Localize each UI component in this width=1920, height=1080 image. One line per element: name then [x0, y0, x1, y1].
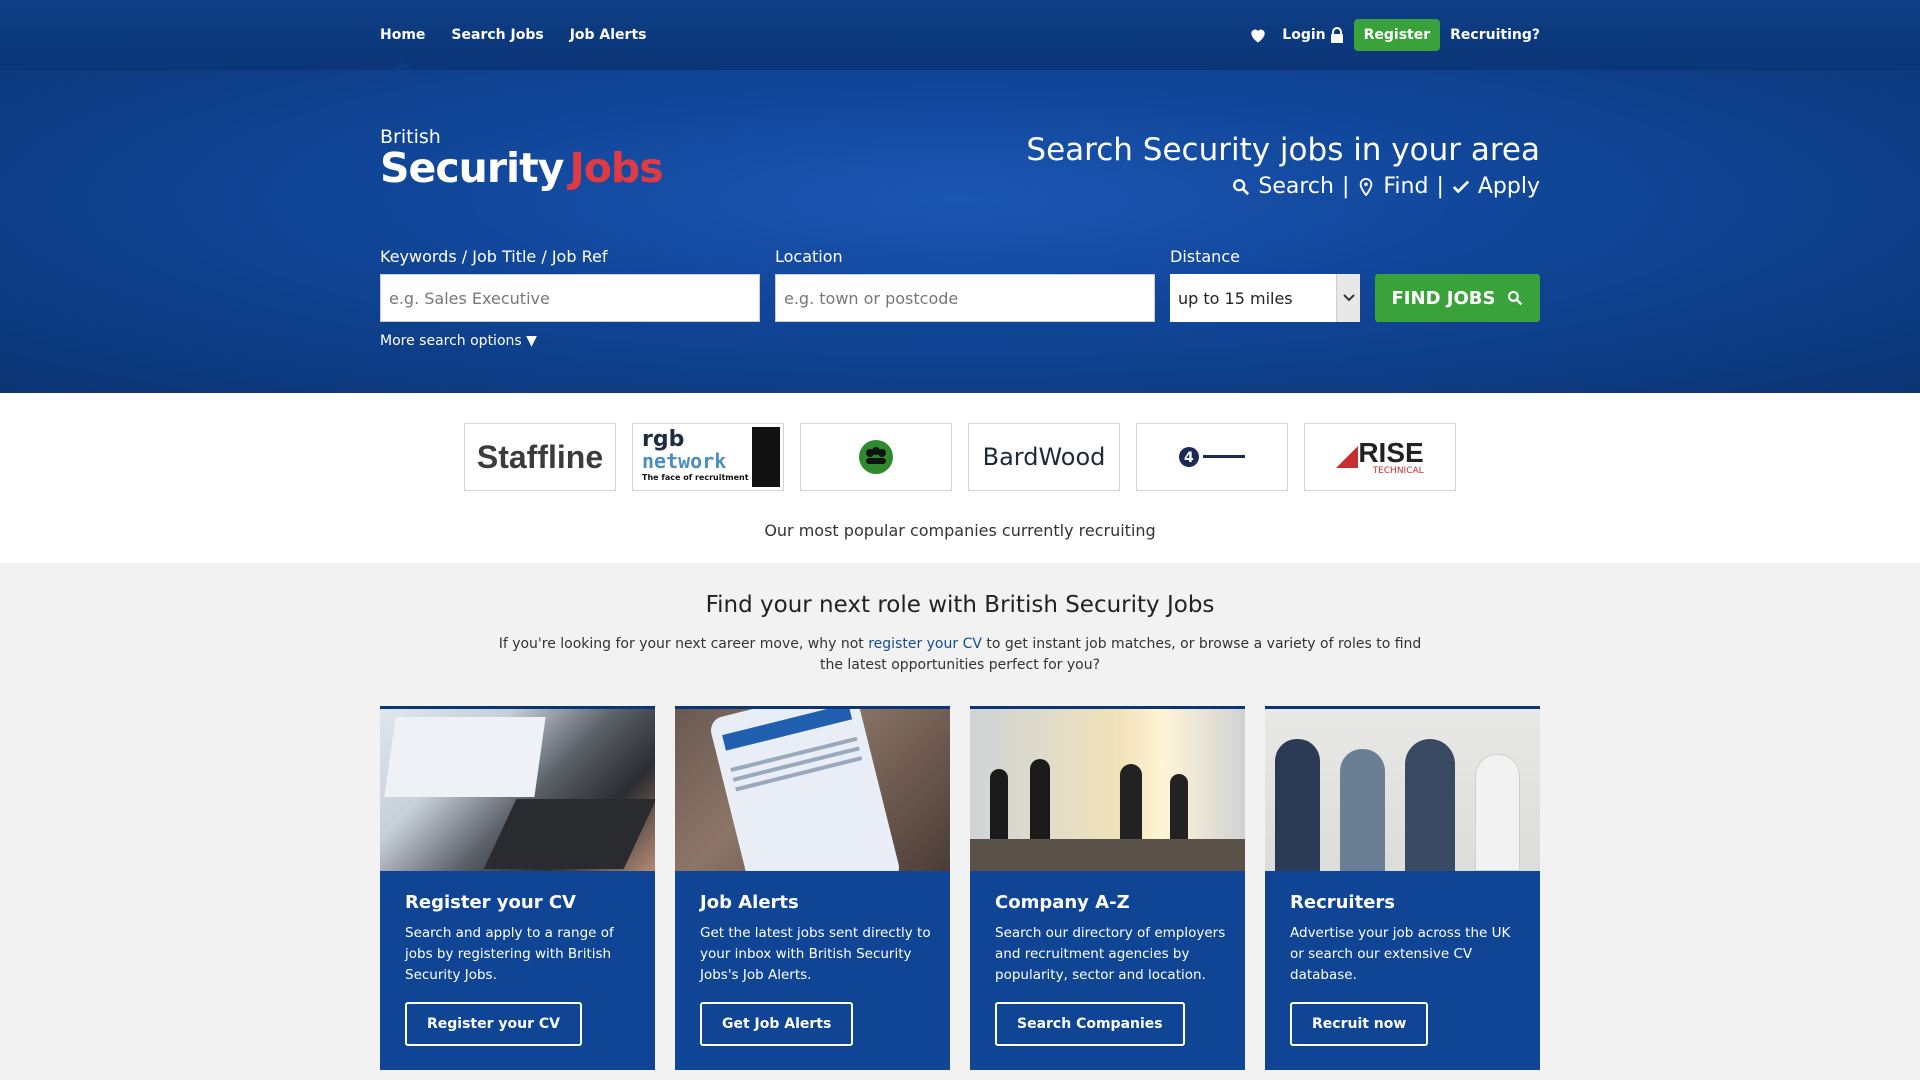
nav-home[interactable]: Home	[380, 0, 425, 70]
card-desc: Search and apply to a range of jobs by r…	[405, 925, 614, 983]
company-logo-4way[interactable]: 4	[1136, 423, 1288, 491]
popular-companies: Staffline rgb network The face of recrui…	[0, 393, 1920, 563]
recruiting-link[interactable]: Recruiting?	[1450, 27, 1540, 43]
company-logo-rise-technical[interactable]: RISE TECHNICAL	[1304, 423, 1456, 491]
hero-tagline: Search Security jobs in your area Search…	[1026, 132, 1540, 199]
tagline-sep: |	[1436, 174, 1444, 199]
company-logo-rgb-network[interactable]: rgb network The face of recruitment	[632, 423, 784, 491]
card-job-alerts: Job Alerts Get the latest jobs sent dire…	[675, 706, 950, 1070]
nav-search-jobs[interactable]: Search Jobs	[451, 0, 543, 70]
register-cv-link[interactable]: register your CV	[868, 636, 982, 652]
card-title: Register your CV	[405, 892, 576, 913]
intro-text: If you're looking for your next career m…	[498, 636, 1422, 673]
logo-jobs: Jobs	[569, 144, 663, 192]
recruit-now-button[interactable]: Recruit now	[1290, 1002, 1429, 1046]
company-logo-outfield[interactable]	[800, 423, 952, 491]
tagline-sep: |	[1341, 174, 1350, 199]
heart-icon[interactable]	[1248, 25, 1268, 45]
login-link[interactable]: Login	[1282, 27, 1343, 43]
find-jobs-button[interactable]: FIND JOBS	[1375, 274, 1540, 322]
company-emblem-icon	[859, 440, 893, 474]
card-desc: Advertise your job across the UK or sear…	[1290, 925, 1511, 983]
register-button[interactable]: Register	[1353, 19, 1441, 51]
business-silhouettes-image	[970, 709, 1245, 871]
distance-select[interactable]: up to 15 miles	[1170, 274, 1360, 322]
nav-job-alerts[interactable]: Job Alerts	[570, 0, 647, 70]
keywords-input[interactable]	[380, 274, 760, 322]
search-icon	[1508, 290, 1523, 306]
company-emblem-icon: 4	[1179, 447, 1245, 467]
top-nav: Home Search Jobs Job Alerts Login Regist…	[0, 0, 1920, 70]
card-title: Recruiters	[1290, 892, 1396, 913]
company-logo-bardwood[interactable]: BardWood	[968, 423, 1120, 491]
check-icon	[1452, 180, 1470, 193]
main-nav: Home Search Jobs Job Alerts	[380, 0, 672, 70]
phone-job-alerts-image	[675, 709, 950, 871]
card-register-cv: Register your CV Search and apply to a r…	[380, 706, 655, 1070]
location-label: Location	[775, 247, 843, 266]
register-cv-button[interactable]: Register your CV	[405, 1002, 582, 1046]
chevron-down-icon	[1336, 274, 1360, 322]
tagline-search: Search	[1258, 174, 1334, 199]
hero-heading: Search Security jobs in your area	[1026, 132, 1540, 168]
card-desc: Search our directory of employers and re…	[995, 925, 1226, 983]
location-input[interactable]	[775, 274, 1155, 322]
tagline-find: Find	[1383, 174, 1429, 199]
more-search-options[interactable]: More search options ▼	[380, 333, 537, 349]
get-job-alerts-button[interactable]: Get Job Alerts	[700, 1002, 854, 1046]
search-companies-button[interactable]: Search Companies	[995, 1002, 1185, 1046]
login-label: Login	[1282, 27, 1326, 43]
svg-text:4: 4	[1184, 450, 1194, 466]
site-logo[interactable]: British Security Jobs	[380, 126, 664, 192]
triangle-icon	[1336, 446, 1359, 468]
distance-value: up to 15 miles	[1178, 288, 1293, 308]
hero-search: British Security Jobs Search Security jo…	[0, 70, 1920, 393]
card-recruiters: Recruiters Advertise your job across the…	[1265, 706, 1540, 1070]
laptop-typing-image	[380, 709, 655, 871]
card-company-az: Company A-Z Search our directory of empl…	[970, 706, 1245, 1070]
find-jobs-label: FIND JOBS	[1391, 287, 1496, 309]
card-desc: Get the latest jobs sent directly to you…	[700, 925, 931, 983]
card-title: Job Alerts	[700, 892, 799, 913]
map-pin-icon	[1360, 177, 1373, 196]
lock-icon	[1330, 27, 1343, 43]
companies-caption: Our most popular companies currently rec…	[764, 521, 1156, 540]
search-icon	[1233, 178, 1250, 195]
logo-security: Security	[380, 144, 564, 192]
account-nav: Login Register Recruiting?	[1248, 0, 1540, 70]
intro-title: Find your next role with British Securit…	[705, 592, 1215, 618]
distance-label: Distance	[1170, 247, 1240, 266]
company-logo-staffline[interactable]: Staffline	[464, 423, 616, 491]
people-waiting-image	[1265, 709, 1540, 871]
keywords-label: Keywords / Job Title / Job Ref	[380, 247, 608, 266]
tagline-apply: Apply	[1477, 174, 1540, 199]
card-title: Company A-Z	[995, 892, 1130, 913]
